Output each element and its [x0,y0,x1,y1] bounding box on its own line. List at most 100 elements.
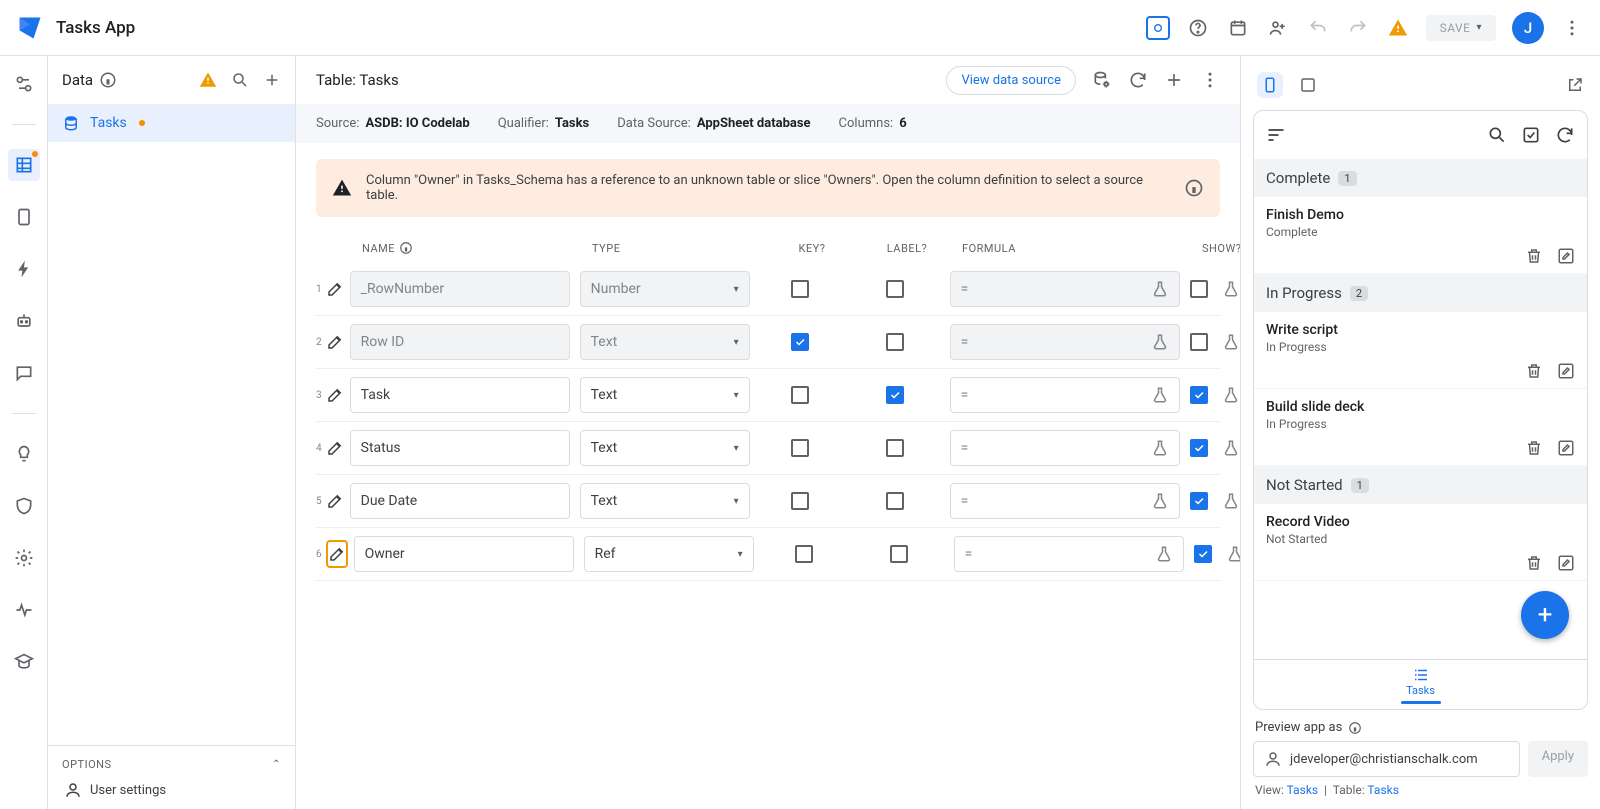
checkbox[interactable] [1190,280,1208,298]
flask-icon[interactable] [1151,386,1169,404]
nav-intelligence[interactable] [8,438,40,470]
regenerate-icon[interactable] [1128,70,1148,90]
checkbox[interactable] [791,439,809,457]
column-type-field[interactable]: Number▾ [580,271,750,307]
group-header[interactable]: Not Started1 [1254,466,1587,504]
assistant-icon[interactable] [1146,16,1170,40]
table-link[interactable]: Tasks [1367,783,1399,797]
phone-tab-tasks[interactable]: Tasks [1254,659,1587,709]
checkbox[interactable] [1190,333,1208,351]
checkbox[interactable] [886,492,904,510]
nav-settings[interactable] [8,542,40,574]
checkbox[interactable] [791,333,809,351]
column-name-field[interactable]: Row ID [350,324,570,360]
flask-icon[interactable] [1222,492,1240,510]
checkbox[interactable] [791,280,809,298]
nav-bots[interactable] [8,305,40,337]
add-column-icon[interactable] [1164,70,1184,90]
checkbox[interactable] [1194,545,1212,563]
column-type-field[interactable]: Text▾ [580,430,750,466]
flask-icon[interactable] [1151,280,1169,298]
checkbox[interactable] [795,545,813,563]
nav-data[interactable] [8,149,40,181]
edit-column-button[interactable] [326,381,344,409]
nav-actions[interactable] [8,253,40,285]
column-formula-field[interactable]: = [950,430,1180,466]
group-header[interactable]: In Progress2 [1254,274,1587,312]
search-icon[interactable] [231,71,249,89]
search-icon[interactable] [1487,125,1507,145]
delete-icon[interactable] [1525,247,1543,265]
checkbox[interactable] [890,545,908,563]
edit-icon[interactable] [1557,247,1575,265]
flask-icon[interactable] [1222,280,1240,298]
edit-icon[interactable] [1557,439,1575,457]
delete-icon[interactable] [1525,362,1543,380]
list-item[interactable]: Finish DemoComplete [1254,197,1587,274]
nav-manage[interactable] [8,594,40,626]
option-user-settings[interactable]: User settings [62,771,281,809]
select-icon[interactable] [1521,125,1541,145]
warning-icon[interactable] [199,71,217,89]
column-name-field[interactable]: _RowNumber [350,271,570,307]
checkbox[interactable] [886,386,904,404]
checkbox[interactable] [1190,492,1208,510]
more-icon[interactable] [1200,70,1220,90]
column-formula-field[interactable]: = [950,483,1180,519]
delete-icon[interactable] [1525,554,1543,572]
history-icon[interactable] [1226,16,1250,40]
checkbox[interactable] [791,492,809,510]
list-item[interactable]: Write scriptIn Progress [1254,312,1587,389]
column-name-field[interactable]: Status [350,430,570,466]
preview-email-input[interactable]: jdeveloper@christianschalk.com [1253,741,1520,777]
table-settings-icon[interactable] [1092,70,1112,90]
list-item[interactable]: Record VideoNot Started [1254,504,1587,581]
undo-icon[interactable] [1306,16,1330,40]
open-external-icon[interactable] [1566,76,1584,94]
help-icon[interactable] [1186,16,1210,40]
flask-icon[interactable] [1155,545,1173,563]
column-formula-field[interactable]: = [950,324,1180,360]
device-phone-icon[interactable] [1257,72,1283,98]
edit-column-button[interactable] [326,275,344,303]
flask-icon[interactable] [1151,333,1169,351]
info-icon[interactable] [99,71,117,89]
view-link[interactable]: Tasks [1287,783,1319,797]
column-formula-field[interactable]: = [954,536,1184,572]
more-icon[interactable] [1560,16,1584,40]
flask-icon[interactable] [1151,439,1169,457]
view-data-source-button[interactable]: View data source [946,66,1076,95]
warning-icon[interactable] [1386,16,1410,40]
info-icon[interactable] [1184,178,1204,198]
edit-column-button[interactable] [326,487,344,515]
delete-icon[interactable] [1525,439,1543,457]
checkbox[interactable] [1190,439,1208,457]
checkbox[interactable] [886,333,904,351]
column-formula-field[interactable]: = [950,271,1180,307]
list-item[interactable]: Build slide deckIn Progress [1254,389,1587,466]
device-tablet-icon[interactable] [1299,76,1317,94]
column-name-field[interactable]: Owner [354,536,574,572]
flask-icon[interactable] [1222,439,1240,457]
sort-icon[interactable] [1266,125,1286,145]
column-name-field[interactable]: Task [350,377,570,413]
flask-icon[interactable] [1226,545,1240,563]
nav-chat[interactable] [8,357,40,389]
nav-home[interactable] [8,68,40,100]
edit-column-button[interactable] [326,540,348,568]
column-name-field[interactable]: Due Date [350,483,570,519]
checkbox[interactable] [791,386,809,404]
nav-views[interactable] [8,201,40,233]
group-header[interactable]: Complete1 [1254,159,1587,197]
info-icon[interactable] [1348,721,1362,735]
flask-icon[interactable] [1222,386,1240,404]
flask-icon[interactable] [1222,333,1240,351]
checkbox[interactable] [886,439,904,457]
nav-learn[interactable] [8,646,40,678]
column-type-field[interactable]: Text▾ [580,483,750,519]
edit-icon[interactable] [1557,554,1575,572]
nav-security[interactable] [8,490,40,522]
share-icon[interactable] [1266,16,1290,40]
fab-add-button[interactable]: + [1521,591,1569,639]
checkbox[interactable] [886,280,904,298]
